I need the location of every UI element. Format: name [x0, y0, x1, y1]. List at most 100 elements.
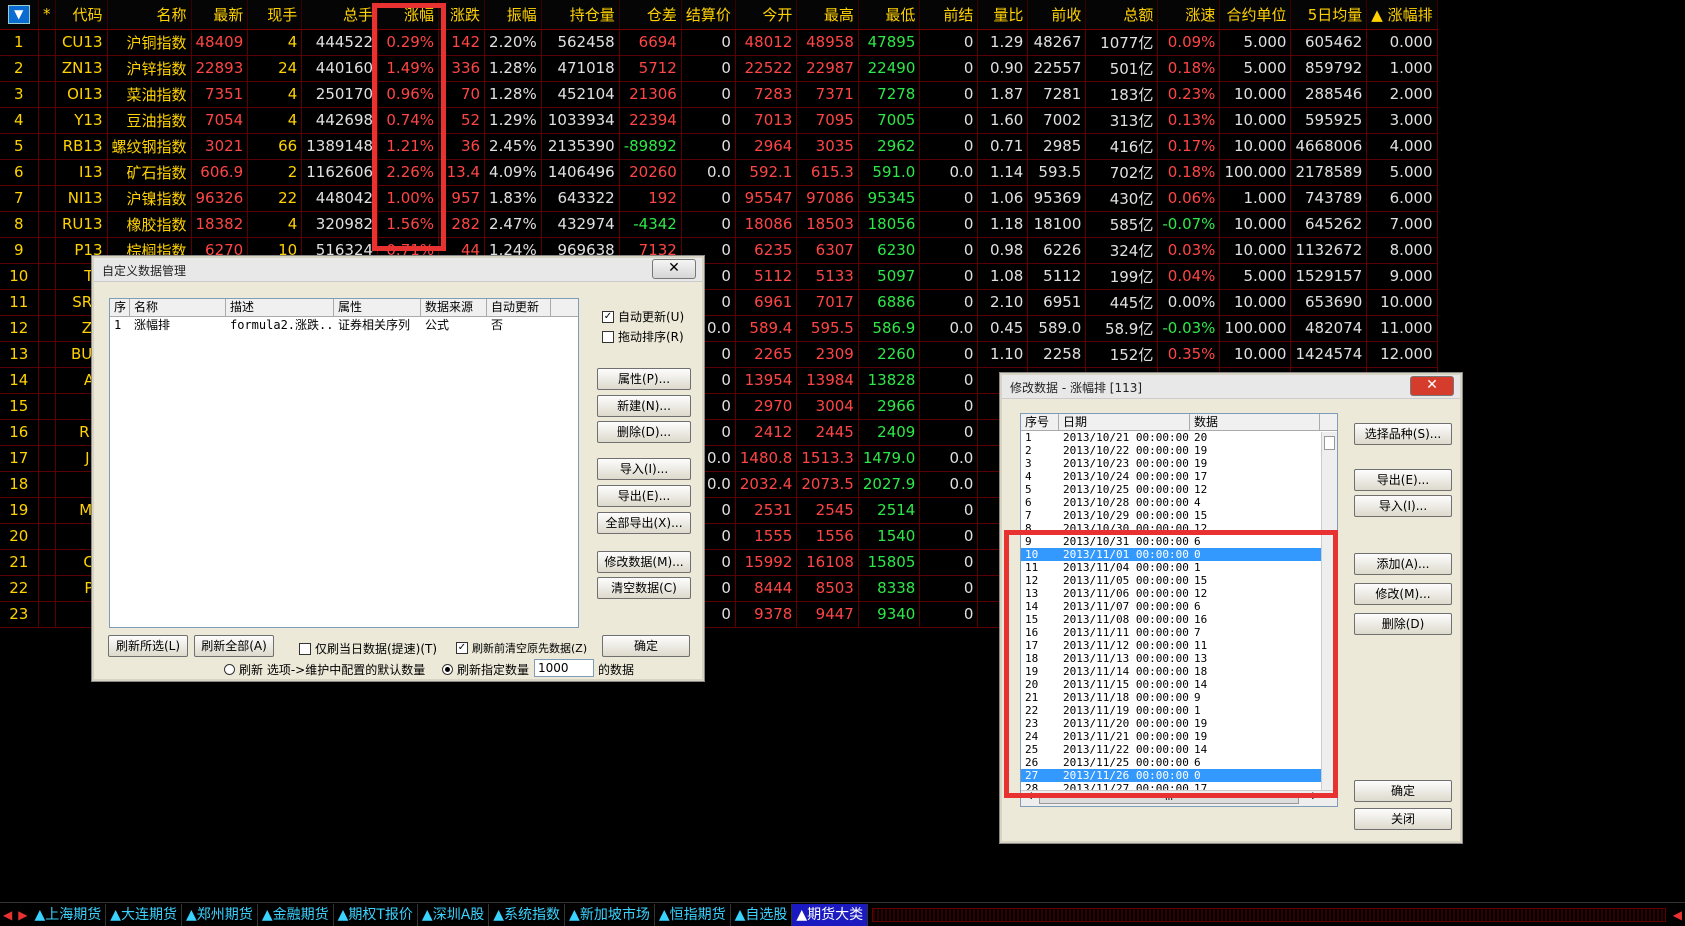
list-item[interactable]: 4 2013/10/24 00:00:00 17: [1021, 470, 1337, 483]
import-button[interactable]: 导入(I)...: [1354, 495, 1452, 517]
close-dialog-button[interactable]: 关闭: [1354, 808, 1452, 830]
refresh-selected-button[interactable]: 刷新所选(L): [108, 635, 188, 657]
col-header-source[interactable]: 数据来源: [421, 299, 487, 316]
radio-default-count[interactable]: 刷新 选项->维护中配置的默认数量: [224, 661, 425, 678]
count-input[interactable]: 1000: [534, 659, 594, 677]
dropdown-arrow-icon[interactable]: ▼: [7, 5, 30, 25]
column-header[interactable]: 最新: [191, 0, 249, 30]
list-item[interactable]: 2 2013/10/22 00:00:00 19: [1021, 444, 1337, 457]
scroll-thumb[interactable]: [1324, 436, 1335, 450]
column-header[interactable]: 最高: [796, 0, 859, 30]
tab-scroll-right-icon[interactable]: ▶: [15, 908, 30, 922]
column-header[interactable]: 5日均量: [1290, 0, 1368, 30]
custom-data-list[interactable]: 序 名称 描述 属性 数据来源 自动更新 1 涨幅排 formula2.涨跌..…: [109, 298, 579, 628]
list-item[interactable]: 5 2013/10/25 00:00:00 12: [1021, 483, 1337, 496]
table-row[interactable]: 5 RB13 螺纹钢指数 3021 66 1389148 1.21% 36 2.45% 21353…: [0, 133, 1438, 160]
table-row[interactable]: 2 ZN13 沪锌指数 22893 24 440160 1.49% 336 1.28% 47101…: [0, 55, 1438, 82]
list-item[interactable]: 3 2013/10/23 00:00:00 19: [1021, 457, 1337, 470]
list-item[interactable]: 6 2013/10/28 00:00:00 4: [1021, 496, 1337, 509]
tab-scroll-left-icon[interactable]: ◀: [0, 908, 15, 922]
clear-data-button[interactable]: 清空数据(C): [597, 577, 691, 599]
tab-market[interactable]: ▲郑州期货: [182, 903, 258, 926]
tab-scroll-end-icon[interactable]: ◀: [1670, 908, 1685, 922]
export-button[interactable]: 导出(E)...: [1354, 469, 1452, 491]
column-header[interactable]: 代码: [55, 0, 108, 30]
only-today-checkbox[interactable]: 仅刷当日数据(提速)(T): [299, 640, 437, 657]
list-item[interactable]: 1 2013/10/21 00:00:00 20: [1021, 431, 1337, 444]
column-header[interactable]: 量比: [977, 0, 1029, 30]
table-cell: 17: [0, 445, 39, 472]
dialog-titlebar[interactable]: 自定义数据管理 ✕: [94, 258, 702, 282]
table-row[interactable]: 3 OI13 菜油指数 7351 4 250170 0.96% 70 1.28% 452104 21…: [0, 81, 1438, 108]
column-header[interactable]: 现手: [247, 0, 303, 30]
column-header[interactable]: ▲ 涨幅排: [1366, 0, 1438, 30]
import-button[interactable]: 导入(I)...: [597, 458, 691, 480]
col-header-name[interactable]: 名称: [130, 299, 226, 316]
column-header[interactable]: 结算价: [681, 0, 736, 30]
radio-specified-count[interactable]: 刷新指定数量: [442, 661, 529, 678]
column-header[interactable]: 合约单位: [1219, 0, 1292, 30]
modify-data-button[interactable]: 修改数据(M)...: [597, 551, 691, 573]
column-header[interactable]: 前收: [1027, 0, 1087, 30]
tab-market[interactable]: ▲金融期货: [258, 903, 334, 926]
column-header[interactable]: 总额: [1085, 0, 1159, 30]
delete-button[interactable]: 删除(D)...: [597, 421, 691, 443]
table-cell: 22557: [1027, 55, 1087, 82]
tab-market[interactable]: ▲新加坡市场: [565, 903, 655, 926]
column-header[interactable]: 仓差: [619, 0, 682, 30]
col-header-value[interactable]: 数据: [1190, 414, 1320, 430]
list-item[interactable]: 7 2013/10/29 00:00:00 15: [1021, 509, 1337, 522]
new-button[interactable]: 新建(N)...: [597, 395, 691, 417]
column-header[interactable]: 前结: [919, 0, 979, 30]
tab-bar-filler: [872, 907, 1666, 922]
table-cell: 615.3: [796, 159, 859, 186]
column-header[interactable]: 总手: [301, 0, 379, 30]
column-header[interactable]: *: [38, 0, 56, 30]
close-button[interactable]: ✕: [652, 259, 696, 279]
tab-market[interactable]: ▲期权T报价: [334, 903, 418, 926]
drag-sort-checkbox[interactable]: 拖动排序(R): [602, 328, 684, 345]
column-header[interactable]: 涨速: [1157, 0, 1221, 30]
modify-button[interactable]: 修改(M)...: [1354, 583, 1452, 605]
add-button[interactable]: 添加(A)...: [1354, 553, 1452, 575]
ok-button[interactable]: 确定: [602, 635, 690, 657]
column-header[interactable]: 振幅: [484, 0, 542, 30]
table-row[interactable]: 4 Y13 豆油指数 7054 4 442698 0.74% 52 1.29% 1033934 22…: [0, 107, 1438, 134]
table-cell: 18382: [191, 211, 249, 238]
export-button[interactable]: 导出(E)...: [597, 485, 691, 507]
select-symbol-button[interactable]: 选择品种(S)...: [1354, 423, 1452, 445]
column-header[interactable]: 最低: [858, 0, 921, 30]
delete-button[interactable]: 删除(D): [1354, 613, 1452, 635]
col-header-desc[interactable]: 描述: [226, 299, 334, 316]
sort-dropdown-button[interactable]: ▼: [0, 0, 39, 30]
list-item[interactable]: 1 涨幅排 formula2.涨跌... 证券相关序列 公式 否: [110, 317, 578, 333]
table-row[interactable]: 7 NI13 沪镍指数 96326 22 448042 1.00% 957 1.83% 64332…: [0, 185, 1438, 212]
close-button[interactable]: ✕: [1410, 376, 1454, 396]
tab-market[interactable]: ▲深圳A股: [418, 903, 490, 926]
table-row[interactable]: 6 I13 矿石指数 606.9 2 1162606 2.26% 13.4 4.09% 14064…: [0, 159, 1438, 186]
tab-market[interactable]: ▲上海期货: [30, 903, 107, 926]
tab-market[interactable]: ▲期货大类: [792, 903, 869, 926]
column-header[interactable]: 名称: [107, 0, 192, 30]
column-header[interactable]: 今开: [735, 0, 798, 30]
auto-update-checkbox[interactable]: ✓ 自动更新(U): [602, 308, 684, 325]
refresh-all-button[interactable]: 刷新全部(A): [194, 635, 274, 657]
tab-market[interactable]: ▲自选股: [731, 903, 793, 926]
col-header-seq[interactable]: 序号: [1021, 414, 1059, 430]
column-header[interactable]: 持仓量: [541, 0, 620, 30]
export-all-button[interactable]: 全部导出(X)...: [597, 512, 691, 534]
tab-market[interactable]: ▲系统指数: [489, 903, 566, 926]
dialog-titlebar[interactable]: 修改数据 - 涨幅排 [113] ✕: [1002, 375, 1460, 399]
col-header-auto[interactable]: 自动更新: [487, 299, 551, 316]
table-cell: 288546: [1290, 81, 1368, 108]
tab-market[interactable]: ▲大连期货: [106, 903, 183, 926]
table-row[interactable]: 8 RU13 橡胶指数 18382 4 320982 1.56% 282 2.47% 432974…: [0, 211, 1438, 238]
col-header-seq[interactable]: 序: [110, 299, 130, 316]
properties-button[interactable]: 属性(P)...: [597, 368, 691, 390]
clear-before-checkbox[interactable]: ✓ 刷新前清空原先数据(Z): [456, 640, 587, 656]
col-header-attr[interactable]: 属性: [334, 299, 421, 316]
table-row[interactable]: 1 CU13 沪铜指数 48409 4 444522 0.29% 142 2.20% 562458…: [0, 29, 1438, 56]
col-header-date[interactable]: 日期: [1059, 414, 1190, 430]
tab-market[interactable]: ▲恒指期货: [655, 903, 731, 926]
ok-button[interactable]: 确定: [1354, 780, 1452, 802]
